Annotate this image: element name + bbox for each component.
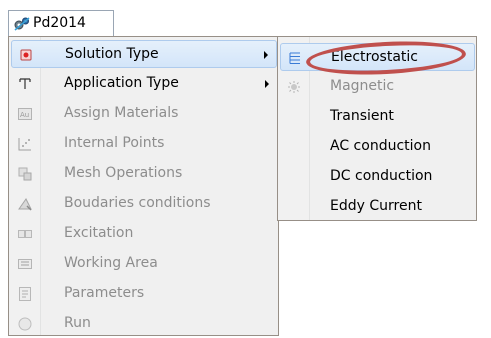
menu-item-label: Assign Materials [64,105,179,121]
submenu-item-label: Magnetic [330,78,395,94]
menu-item-label: Working Area [64,255,158,271]
menu-item-mesh-operations[interactable]: Mesh Operations [11,160,277,188]
menu-item-boundaries-conditions[interactable]: Boudaries conditions [11,190,277,218]
materials-icon: Au [17,106,33,122]
magnetic-icon [286,79,302,95]
menu-item-label: Internal Points [64,135,165,151]
submenu-item-label: AC conduction [330,138,431,154]
internal-points-icon [17,136,33,152]
electrostatic-icon [287,50,303,66]
submenu-arrow-icon [264,51,268,59]
submenu-item-eddy-current[interactable]: Eddy Current [280,193,475,221]
menu-item-label: Solution Type [65,46,159,62]
menu-item-working-area[interactable]: Working Area [11,250,277,278]
menu-tab-label: Pd2014 [33,15,86,31]
menu-item-label: Excitation [64,225,134,241]
menu-item-label: Boudaries conditions [64,195,211,211]
boundaries-icon [17,196,33,212]
excitation-icon [17,226,33,242]
parameters-icon [17,286,33,302]
menu-item-excitation[interactable]: Excitation [11,220,277,248]
menu-bar: Pd2014 [0,0,491,37]
mesh-icon [17,166,33,182]
main-dropdown-menu: Solution Type Application Type Au Assign… [8,36,279,336]
menu-item-internal-points[interactable]: Internal Points [11,130,277,158]
run-icon [17,316,33,332]
app-gears-icon [14,16,30,32]
menu-item-run[interactable]: Run [11,310,277,338]
submenu-item-ac-conduction[interactable]: AC conduction [280,133,475,161]
menu-item-application-type[interactable]: Application Type [11,70,277,98]
menu-item-solution-type[interactable]: Solution Type [11,40,277,68]
menu-item-label: Application Type [64,75,179,91]
working-area-icon [17,256,33,272]
submenu-item-label: Eddy Current [330,198,422,214]
menu-item-label: Parameters [64,285,145,301]
submenu-item-magnetic[interactable]: Magnetic [280,73,475,101]
submenu-item-label: DC conduction [330,168,433,184]
menu-item-assign-materials[interactable]: Au Assign Materials [11,100,277,128]
submenu-item-label: Transient [330,108,394,124]
svg-text:Au: Au [20,111,29,119]
submenu-arrow-icon [265,80,269,88]
menu-tab-pd2014[interactable]: Pd2014 [8,10,114,36]
submenu-item-dc-conduction[interactable]: DC conduction [280,163,475,191]
menu-item-parameters[interactable]: Parameters [11,280,277,308]
application-type-icon [17,76,33,92]
solution-type-icon [18,47,34,63]
submenu-item-transient[interactable]: Transient [280,103,475,131]
menu-item-label: Run [64,315,91,331]
menu-item-label: Mesh Operations [64,165,183,181]
